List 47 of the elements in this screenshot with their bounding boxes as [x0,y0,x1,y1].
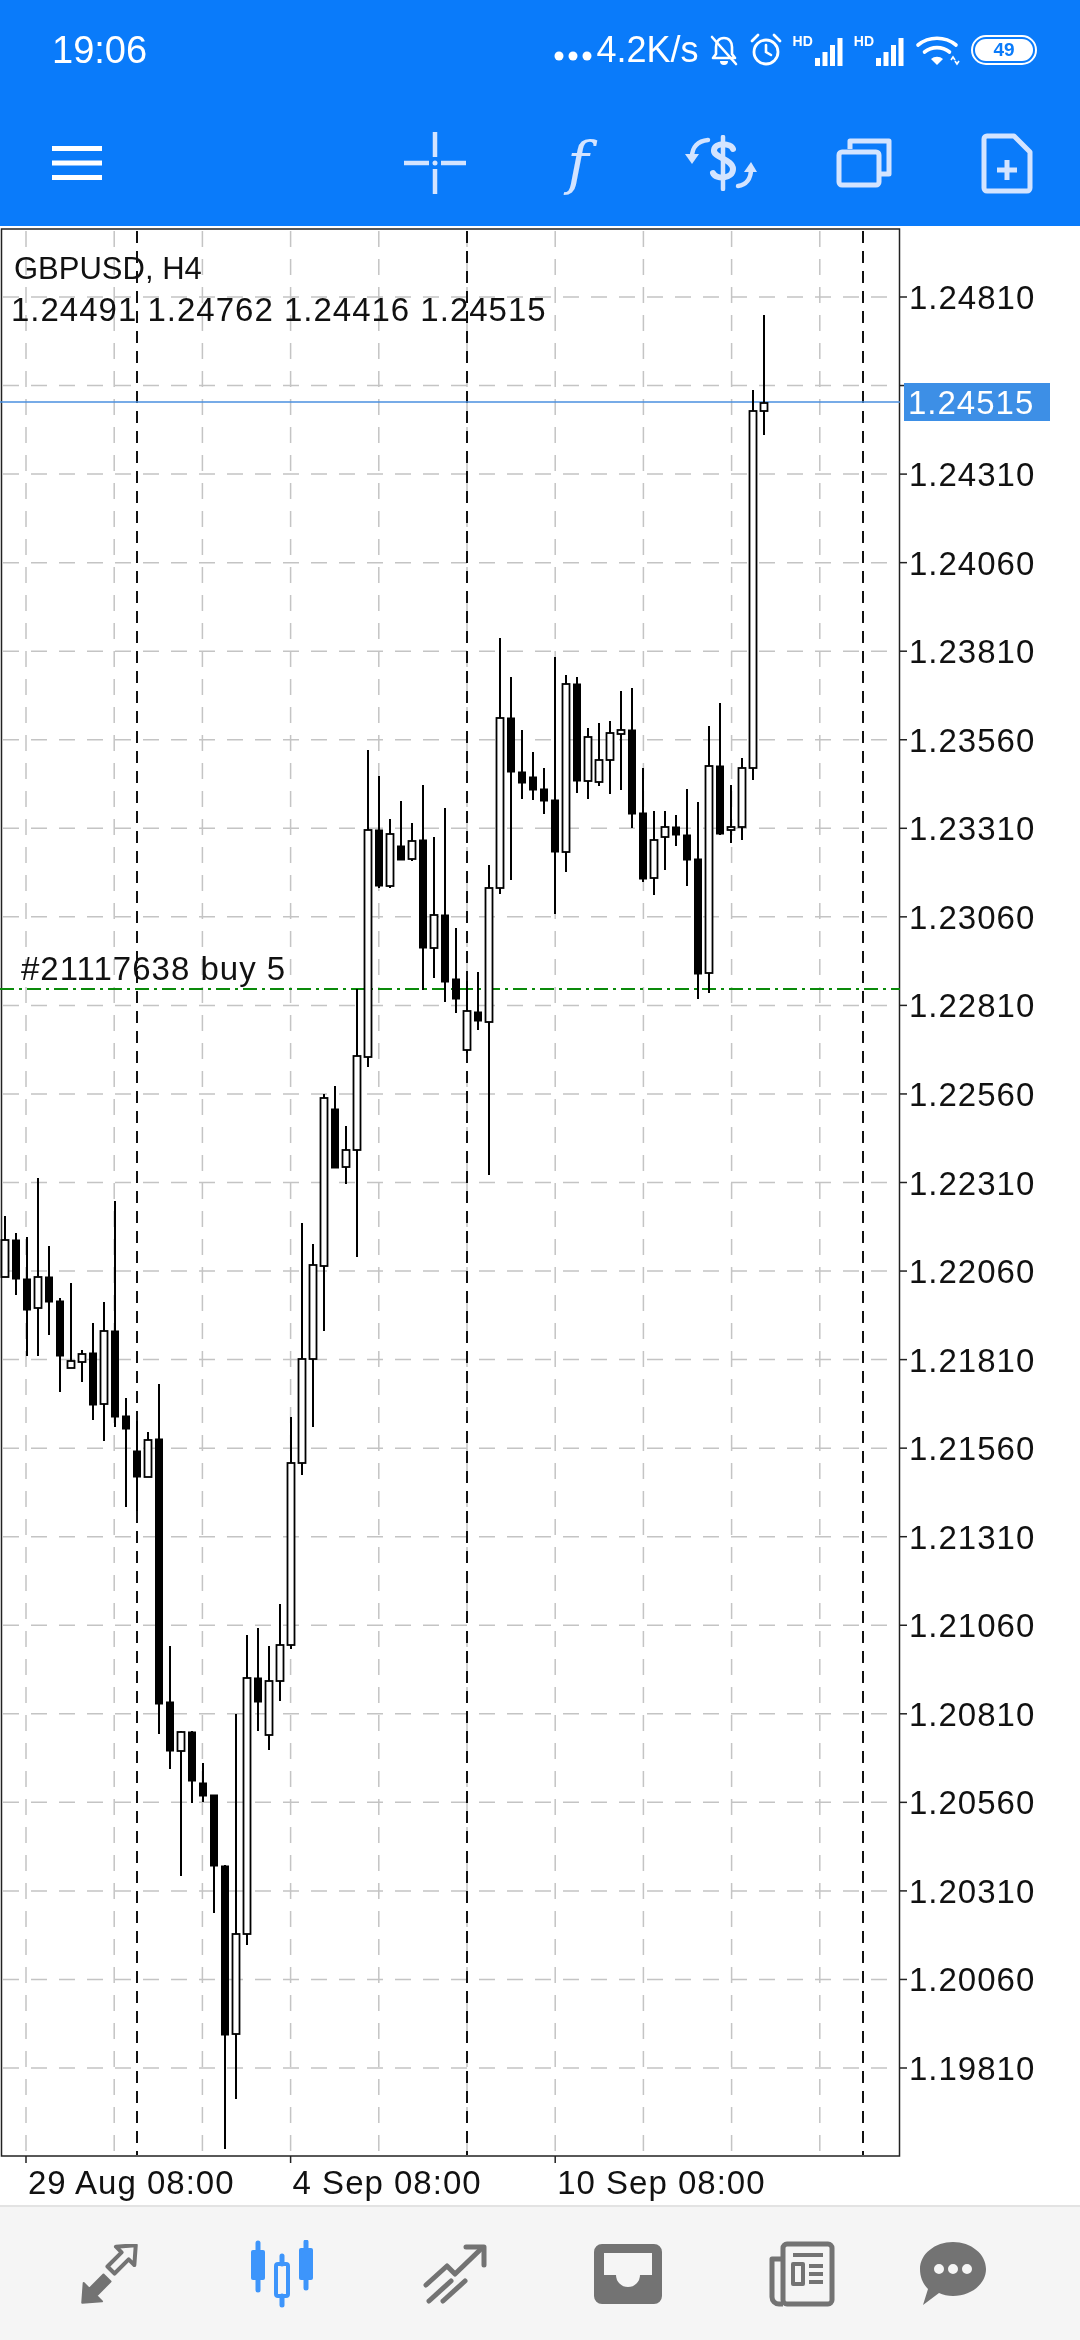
price-label: 1.20810 [909,1695,1036,1733]
trend-arrow-icon [420,2242,489,2305]
price-label: 1.23810 [909,633,1036,671]
price-label: 1.21060 [909,1607,1036,1645]
price-label: 1.20310 [909,1872,1036,1910]
price-label: 1.20060 [909,1961,1036,1999]
time-label: 10 Sep 08:00 [557,2164,766,2201]
price-label: 1.21310 [909,1518,1036,1556]
price-label: 1.22560 [909,1075,1036,1113]
time-label: 29 Aug 08:00 [28,2164,235,2201]
hd-label: HD [792,34,813,48]
bell-off-icon [708,34,739,66]
wifi-icon [915,34,961,66]
ohlc-values: 1.24491 1.24762 1.24416 1.24515 [11,291,547,328]
price-label: 1.22810 [909,987,1036,1025]
price-label: 1.24310 [909,456,1036,494]
price-label: 1.23560 [909,721,1036,759]
signal-icon [875,36,905,66]
order-label: #21117638 buy 5 [21,950,287,987]
time-label: 4 Sep 08:00 [292,2164,482,2201]
alarm-clock-icon [748,33,783,67]
battery-percentage: 49 [975,39,1033,61]
inbox-tray-icon [593,2243,662,2304]
price-label: 1.22310 [909,1164,1036,1202]
more-dots-icon [554,51,593,61]
current-price-badge: 1.24515 [904,383,1050,421]
price-label: 1.24060 [909,544,1036,582]
clock-time: 19:06 [52,31,148,69]
function-button[interactable]: f [538,123,618,203]
price-label: 1.23310 [909,810,1036,848]
crosshair-icon [404,132,466,194]
price-label: 1.19810 [909,2050,1036,2087]
chat-bubble-icon [918,2240,987,2307]
network-speed: 4.2K/s [596,32,699,68]
price-label: 1.21810 [909,1341,1036,1379]
price-label: 1.22060 [909,1253,1036,1291]
dollar-arrows-icon [684,135,758,191]
menu-icon [52,146,102,180]
price-label: 1.20560 [909,1784,1036,1822]
signal-icon [813,36,844,66]
document-plus-icon [981,132,1033,194]
symbol-label: GBPUSD, H4 [14,251,202,286]
price-label: 1.21560 [909,1430,1036,1468]
hd-label: HD [853,34,874,48]
overlapping-squares-icon [836,138,892,188]
price-label: 1.24810 [909,279,1036,316]
price-label: 1.23060 [909,898,1036,936]
